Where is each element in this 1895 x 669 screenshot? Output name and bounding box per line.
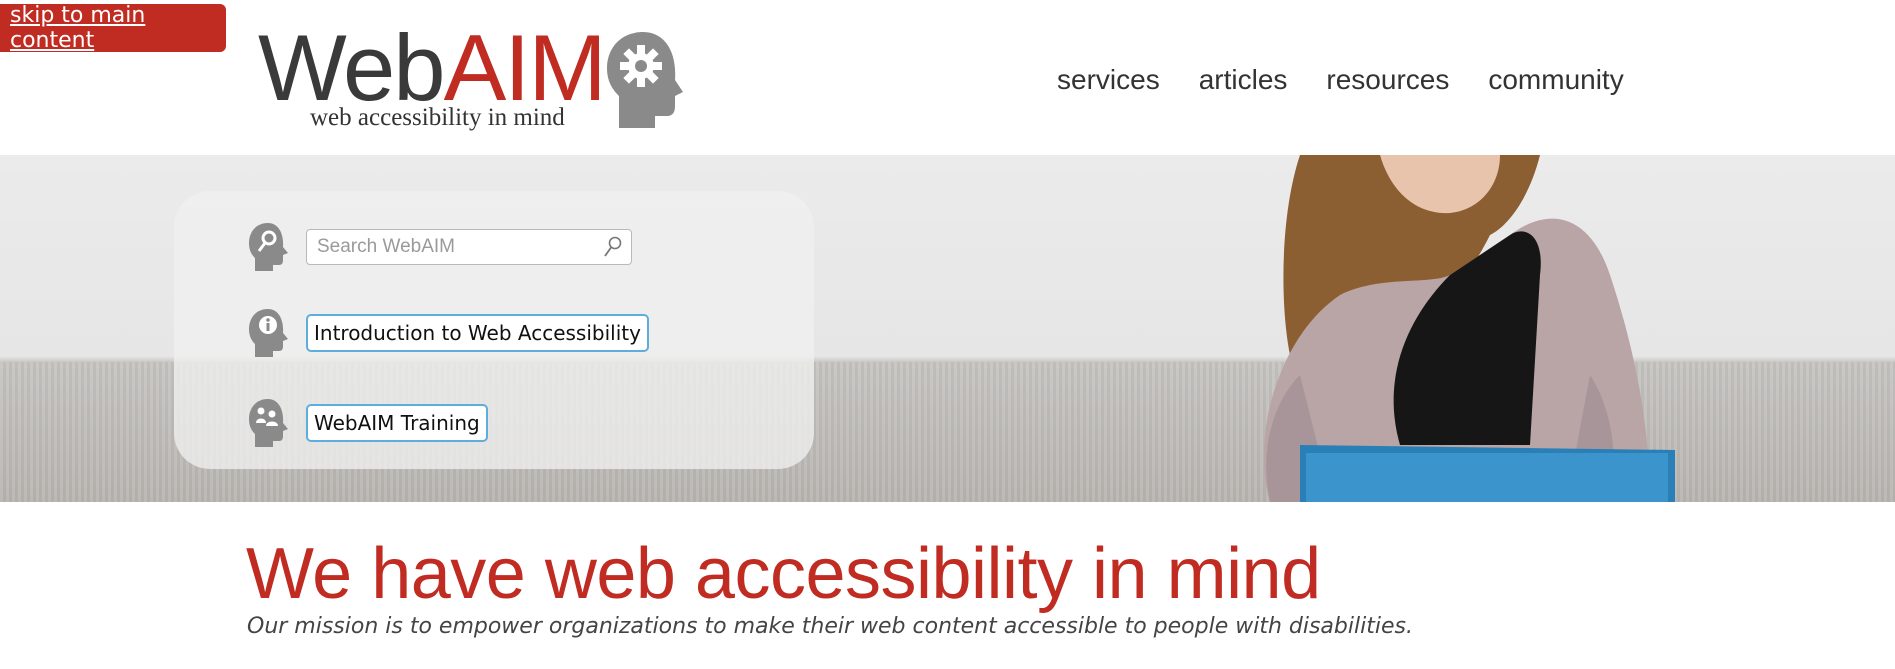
site-header: WebAIM web accessibility in mind service… [0,0,1895,155]
logo-wordmark: WebAIM [258,15,607,120]
hero-banner: Introduction to Web Accessibility WebAIM… [0,155,1895,502]
nav-articles[interactable]: articles [1199,64,1288,96]
nav-community[interactable]: community [1488,64,1623,96]
skip-to-main-content-link[interactable]: skip to main content [0,3,226,53]
search-head-icon [249,223,288,271]
nav-resources[interactable]: resources [1326,64,1449,96]
quick-links-panel: Introduction to Web Accessibility WebAIM… [174,191,814,469]
mission-statement: Our mission is to empower organizations … [247,614,1413,639]
main-nav: services articles resources community [1057,64,1624,96]
webaim-training-link[interactable]: WebAIM Training [306,404,488,442]
info-head-icon [249,309,288,357]
intro-row: Introduction to Web Accessibility [246,307,649,359]
logo-tagline: web accessibility in mind [310,104,565,131]
magnifier-icon[interactable] [603,236,623,258]
gear-head-icon [607,32,683,128]
search-input[interactable] [315,235,603,259]
page-headline: We have web accessibility in mind [246,534,1321,614]
nav-services[interactable]: services [1057,64,1160,96]
hero-photo-person-laptop [1263,155,1675,502]
training-row: WebAIM Training [246,397,488,449]
search-row [246,221,632,273]
webaim-logo[interactable]: WebAIM web accessibility in mind [258,18,698,138]
people-head-icon [249,399,288,447]
intro-web-accessibility-link[interactable]: Introduction to Web Accessibility [306,314,649,352]
search-field[interactable] [306,229,632,265]
